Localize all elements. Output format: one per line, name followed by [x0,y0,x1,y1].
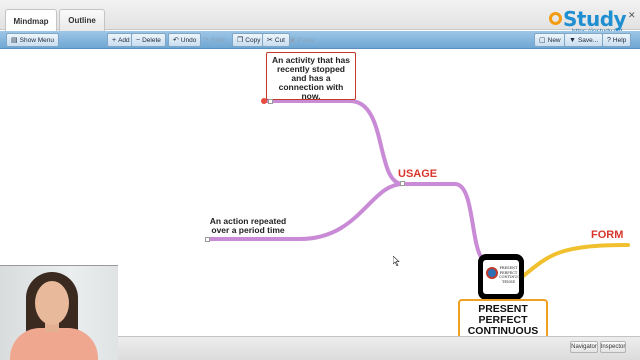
usage-to-center [401,182,486,263]
usage-branch-top [264,99,405,186]
new-button[interactable]: ▢ New [534,33,566,47]
brand-logo: Study https://iostudy.net [548,7,628,35]
redo-icon: ↷ [203,36,209,44]
copy-button[interactable]: ❐ Copy [232,33,266,47]
delete-icon: − [136,36,141,44]
node-pin[interactable] [205,237,210,242]
redo-label: Redo [210,36,227,44]
node-recent-activity[interactable]: An activity that has recently stopped an… [266,52,356,100]
center-topic-title[interactable]: PRESENT PERFECT CONTINUOUS [458,299,548,339]
center-logo-caption: PRESENT PERFECT CONTINUOUS TENSE [499,266,524,284]
inspector-button[interactable]: Inspector [600,341,626,353]
save-button[interactable]: ▼ Save... [564,33,604,47]
undo-label: Undo [180,36,197,44]
new-icon: ▢ [539,36,546,44]
toolbar: ▤ Show Menu + Add − Delete ↶ Undo ↷ Redo… [0,31,640,49]
node-usage[interactable]: USAGE [398,168,437,180]
paste-icon: ▣ [289,36,296,44]
cut-icon: ✂ [267,36,273,44]
help-icon: ? [607,36,611,44]
undo-button[interactable]: ↶ Undo [168,33,202,47]
help-label: Help [612,36,627,44]
redo-button[interactable]: ↷ Redo [198,33,231,47]
center-topic-image[interactable]: PRESENT PERFECT CONTINUOUS TENSE [478,254,524,300]
show-menu-button[interactable]: ▤ Show Menu [6,33,59,47]
help-button[interactable]: ? Help [602,33,632,47]
navigator-button[interactable]: Navigator [570,341,598,353]
undo-icon: ↶ [173,36,179,44]
save-icon: ▼ [569,36,576,44]
cursor-icon [393,256,400,266]
close-icon[interactable]: ✕ [628,10,636,21]
add-label: Add [118,36,130,44]
save-label: Save... [577,36,599,44]
form-branch [520,243,630,279]
presenter-face [35,281,69,325]
add-icon: + [112,36,117,44]
copy-label: Copy [245,36,261,44]
paste-button[interactable]: ▣ Paste [284,33,319,47]
paste-label: Paste [297,36,315,44]
node-handle-dot[interactable] [261,98,267,104]
delete-label: Delete [142,36,161,44]
node-repeated-action[interactable]: An action repeated over a period time [202,217,294,235]
node-pin[interactable] [400,181,405,186]
menu-icon: ▤ [11,36,18,44]
tab-bar: Mindmap Outline Study https://iostudy.ne… [0,0,640,35]
show-menu-label: Show Menu [19,36,54,44]
new-label: New [547,36,561,44]
globe-icon [486,267,498,279]
tab-outline[interactable]: Outline [59,9,105,31]
presenter-body [10,328,98,360]
node-pin[interactable] [268,99,273,104]
node-form[interactable]: FORM [591,229,623,241]
webcam-overlay [0,265,118,360]
delete-button[interactable]: − Delete [131,33,166,47]
copy-icon: ❐ [237,36,244,44]
tab-mindmap[interactable]: Mindmap [5,9,57,32]
